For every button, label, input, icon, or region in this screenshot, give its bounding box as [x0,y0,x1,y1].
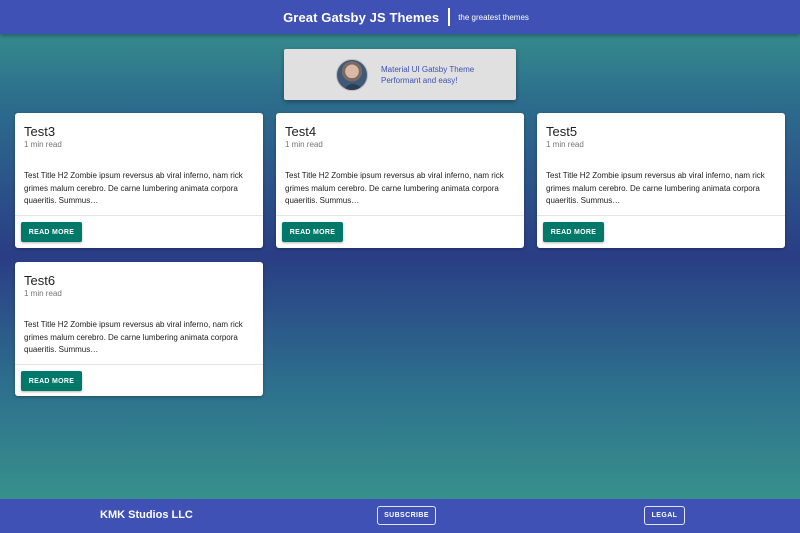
read-more-button[interactable]: READ MORE [21,222,82,242]
app-footer: KMK Studios LLC SUBSCRIBE LEGAL [0,499,800,533]
post-read-time: 1 min read [24,289,62,298]
post-card-test4: Test4 1 min read Test Title H2 Zombie ip… [276,113,524,248]
read-more-button[interactable]: READ MORE [21,371,82,391]
subscribe-button[interactable]: SUBSCRIBE [377,506,436,525]
site-tagline: the greatest themes [458,12,529,22]
header-divider [448,8,451,26]
post-card-test3: Test3 1 min read Test Title H2 Zombie ip… [15,113,263,248]
avatar [336,58,368,91]
legal-button[interactable]: LEGAL [644,506,685,525]
post-read-time: 1 min read [546,140,584,149]
post-card-test5: Test5 1 min read Test Title H2 Zombie ip… [537,113,785,248]
app-header: Great Gatsby JS Themes the greatest them… [0,0,800,34]
post-excerpt: Test Title H2 Zombie ipsum reversus ab v… [546,171,765,205]
post-excerpt: Test Title H2 Zombie ipsum reversus ab v… [285,171,504,205]
card-divider [15,364,263,365]
post-excerpt: Test Title H2 Zombie ipsum reversus ab v… [24,171,243,205]
card-divider [15,215,263,216]
read-more-button[interactable]: READ MORE [543,222,604,242]
author-text: Material UI Gatsby Theme Performant and … [381,64,474,86]
post-title: Test6 [24,273,56,288]
author-line-2: Performant and easy! [381,75,458,85]
post-excerpt: Test Title H2 Zombie ipsum reversus ab v… [24,320,243,354]
company-name: KMK Studios LLC [100,509,193,521]
read-more-button[interactable]: READ MORE [282,222,343,242]
post-read-time: 1 min read [24,140,62,149]
card-divider [537,215,785,216]
site-title[interactable]: Great Gatsby JS Themes [283,10,439,25]
post-title: Test4 [285,124,317,139]
post-title: Test3 [24,124,56,139]
author-line-1: Material UI Gatsby Theme [381,64,475,74]
card-divider [276,215,524,216]
post-read-time: 1 min read [285,140,323,149]
author-card: Material UI Gatsby Theme Performant and … [284,49,516,100]
post-title: Test5 [546,124,578,139]
post-card-test6: Test6 1 min read Test Title H2 Zombie ip… [15,262,263,396]
